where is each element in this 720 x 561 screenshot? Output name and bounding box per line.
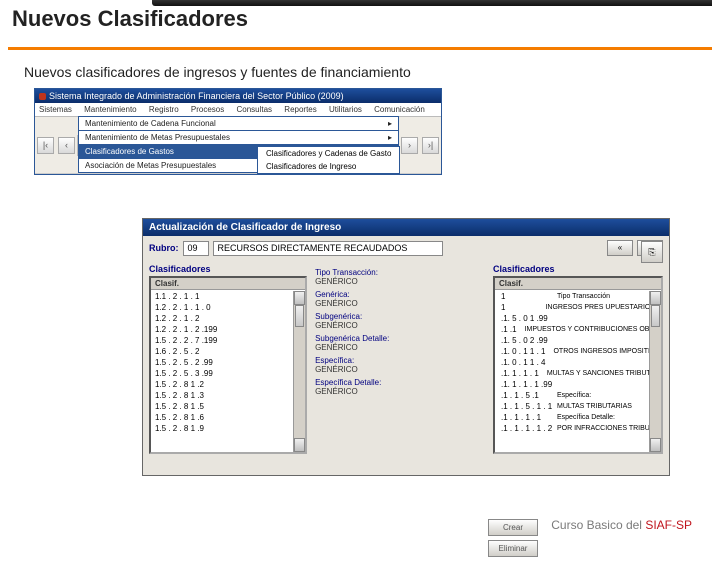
app-menubar[interactable]: Sistemas Mantenimiento Registro Procesos… — [35, 103, 441, 117]
label-gen: Genérica: — [315, 290, 485, 299]
label-espd: Específica Detalle: — [315, 378, 485, 387]
list-item[interactable]: .1 . 1 . 5 . 1 . 1MULTAS TRIBUTARIAS — [497, 401, 659, 412]
left-list[interactable]: Clasif. 1.1 . 2 . 1 . 11.2 . 2 . 1 . 1 .… — [149, 276, 307, 454]
value-espd: GENÉRICO — [315, 387, 485, 396]
list-item[interactable]: .1. 5 . 0 1 .99 — [497, 313, 659, 324]
dialog-clasificador: Actualización de Clasificador de Ingreso… — [142, 218, 670, 476]
slide-title: Nuevos Clasificadores — [8, 6, 712, 32]
nav-prev-button[interactable]: « — [607, 240, 633, 256]
submenu: Clasificadores y Cadenas de Gasto Clasif… — [257, 146, 400, 174]
menu-consultas[interactable]: Consultas — [236, 105, 272, 114]
label-sub: Subgenérica: — [315, 312, 485, 321]
list-item[interactable]: .1. 0 . 1 1 . 4 — [497, 357, 659, 368]
submenu-item-1[interactable]: Clasificadores y Cadenas de Gasto — [258, 147, 399, 160]
eliminar-button[interactable]: Eliminar — [488, 540, 538, 557]
menu-procesos[interactable]: Procesos — [191, 105, 224, 114]
right-col-head: Clasif. — [495, 278, 661, 290]
middle-column: Tipo Transacción: GENÉRICO Genérica: GEN… — [307, 264, 493, 454]
list-item[interactable]: 1.5 . 2 . 8 1 .5 — [153, 401, 303, 412]
tool-first-icon[interactable]: |‹ — [37, 137, 54, 154]
list-item[interactable]: 1INGRESOS PRES UPUESTARIOS — [497, 302, 659, 313]
list-item[interactable]: .1. 1 . 1 . 1 .99 — [497, 379, 659, 390]
scrollbar[interactable] — [293, 291, 305, 452]
list-item[interactable]: .1 . 1 . 5 .1Específica: — [497, 390, 659, 401]
label-esp: Específica: — [315, 356, 485, 365]
scrollbar[interactable] — [649, 291, 661, 452]
exit-button[interactable]: ⎘ — [641, 241, 663, 263]
dropdown-item-1[interactable]: Mantenimiento de Cadena Funcional▸ — [78, 116, 399, 131]
menu-mantenimiento[interactable]: Mantenimiento — [84, 105, 136, 114]
tool-prev-icon[interactable]: ‹ — [58, 137, 75, 154]
list-item[interactable]: 1.5 . 2 . 8 1 .2 — [153, 379, 303, 390]
crear-button[interactable]: Crear — [488, 519, 538, 536]
left-panel: Clasificadores Clasif. 1.1 . 2 . 1 . 11.… — [149, 264, 307, 454]
list-item[interactable]: .1. 1 . 1 . 1MULTAS Y SANCIONES TRIBUTAR… — [497, 368, 659, 379]
menu-utilitarios[interactable]: Utilitarios — [329, 105, 362, 114]
submenu-item-2[interactable]: Clasificadores de Ingreso — [258, 160, 399, 173]
rubro-desc: RECURSOS DIRECTAMENTE RECAUDADOS — [213, 241, 443, 256]
label-tipo: Tipo Transacción: — [315, 268, 485, 277]
list-item[interactable]: .1 .1IMPUESTOS Y CONTRIBUCIONES OBLIGATO… — [497, 324, 659, 335]
rubro-label: Rubro: — [149, 243, 179, 253]
list-item[interactable]: 1.6 . 2 . 5 . 2 — [153, 346, 303, 357]
value-subd: GENÉRICO — [315, 343, 485, 352]
label-subd: Subgenérica Detalle: — [315, 334, 485, 343]
tool-next-icon[interactable]: › — [401, 137, 418, 154]
right-panel-title: Clasificadores — [493, 264, 663, 274]
value-tipo: GENÉRICO — [315, 277, 485, 286]
app-icon — [39, 93, 46, 100]
list-item[interactable]: 1Tipo Transacción — [497, 291, 659, 302]
right-list[interactable]: Clasif. 1Tipo Transacción1INGRESOS PRES … — [493, 276, 663, 454]
list-item[interactable]: 1.1 . 2 . 1 . 1 — [153, 291, 303, 302]
value-sub: GENÉRICO — [315, 321, 485, 330]
dropdown-item-2[interactable]: Mantenimiento de Metas Presupuestales▸ — [78, 130, 399, 145]
list-item[interactable]: 1.5 . 2 . 8 1 .6 — [153, 412, 303, 423]
list-item[interactable]: 1.2 . 2 . 1 . 2 — [153, 313, 303, 324]
list-item[interactable]: .1 . 1 . 1 . 1Específica Detalle: — [497, 412, 659, 423]
value-gen: GENÉRICO — [315, 299, 485, 308]
list-item[interactable]: 1.5 . 2 . 5 . 2 .99 — [153, 357, 303, 368]
dialog-title: Actualización de Clasificador de Ingreso — [143, 219, 669, 236]
list-item[interactable]: 1.5 . 2 . 8 1 .9 — [153, 423, 303, 434]
footer: Curso Basico del SIAF-SP — [551, 518, 692, 532]
menu-registro[interactable]: Registro — [149, 105, 179, 114]
right-panel: Clasificadores Clasif. 1Tipo Transacción… — [493, 264, 663, 454]
scroll-thumb[interactable] — [651, 305, 660, 327]
slide-subtitle: Nuevos clasificadores de ingresos y fuen… — [24, 64, 720, 80]
list-item[interactable]: 1.5 . 2 . 2 . 7 .199 — [153, 335, 303, 346]
tool-last-icon[interactable]: ›| — [422, 137, 439, 154]
list-item[interactable]: 1.5 . 2 . 8 1 .3 — [153, 390, 303, 401]
scroll-thumb[interactable] — [295, 305, 304, 327]
list-item[interactable]: .1. 0 . 1 1 . 1OTROS INGRESOS IMPOSITIVO… — [497, 346, 659, 357]
app-titlebar: Sistema Integrado de Administración Fina… — [35, 89, 441, 103]
list-item[interactable]: .1 . 1 . 1 . 1 . 2POR INFRACCIONES TRIBU… — [497, 423, 659, 434]
list-item[interactable]: 1.2 . 2 . 1 . 1 . 0 — [153, 302, 303, 313]
list-item[interactable]: .1. 5 . 0 2 .99 — [497, 335, 659, 346]
menu-comunicacion[interactable]: Comunicación — [374, 105, 425, 114]
value-esp: GENÉRICO — [315, 365, 485, 374]
menu-reportes[interactable]: Reportes — [284, 105, 316, 114]
rubro-code[interactable]: 09 — [183, 241, 209, 256]
left-col-head: Clasif. — [151, 278, 305, 290]
list-item[interactable]: 1.2 . 2 . 1 . 2 .199 — [153, 324, 303, 335]
left-panel-title: Clasificadores — [149, 264, 307, 274]
menu-sistemas[interactable]: Sistemas — [39, 105, 72, 114]
list-item[interactable]: 1.5 . 2 . 5 . 3 .99 — [153, 368, 303, 379]
